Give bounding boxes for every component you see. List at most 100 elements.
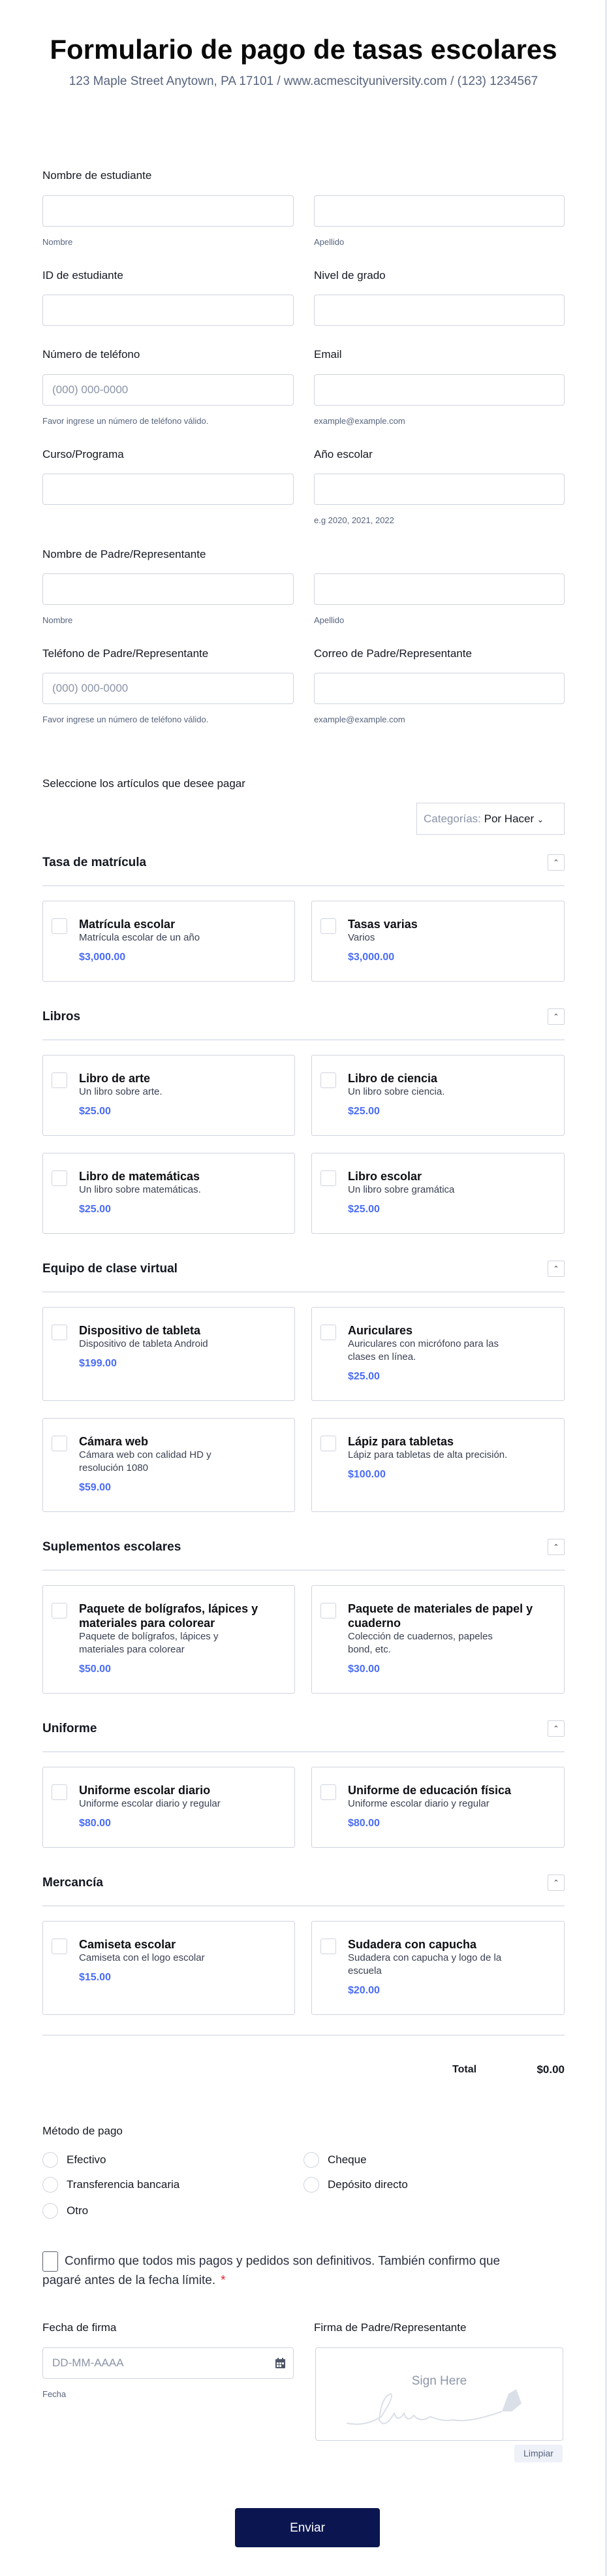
parent-email-input[interactable] [314, 673, 565, 704]
parent-first-name-input[interactable] [42, 573, 294, 605]
radio-circle[interactable] [42, 2177, 58, 2193]
product-title: Libro de matemáticas [79, 1170, 200, 1183]
category-header: Equipo de clase virtual ⌃ [42, 1261, 565, 1278]
category-header: Mercancía ⌃ [42, 1875, 565, 1892]
phone-hint: Favor ingrese un número de teléfono váli… [42, 416, 209, 426]
product-card[interactable]: Cámara web Cámara web con calidad HD y re… [42, 1418, 295, 1512]
parent-last-name-input[interactable] [314, 573, 565, 605]
product-checkbox[interactable] [320, 1072, 336, 1088]
chevron-down-icon: ⌄ [537, 815, 544, 824]
date-sublabel: Fecha [42, 2389, 67, 2399]
parent-first-sublabel: Nombre [42, 615, 73, 625]
product-grid: Uniforme escolar diario Uniforme escolar … [42, 1767, 565, 1848]
product-description: Un libro sobre gramática [348, 1184, 455, 1195]
parent-phone-input[interactable]: (000) 000-0000 [42, 673, 294, 704]
product-checkbox[interactable] [320, 1939, 336, 1954]
product-checkbox[interactable] [320, 1325, 336, 1340]
chevron-up-icon[interactable]: ⌃ [548, 854, 565, 871]
radio-circle[interactable] [42, 2203, 58, 2219]
product-checkbox[interactable] [320, 1603, 336, 1618]
phone-input[interactable]: (000) 000-0000 [42, 374, 294, 406]
chevron-up-icon[interactable]: ⌃ [548, 1261, 565, 1277]
school-year-label: Año escolar [314, 448, 373, 460]
category-divider [42, 1570, 565, 1571]
radio-efectivo[interactable]: Efectivo [42, 2152, 106, 2168]
product-checkbox[interactable] [320, 1170, 336, 1186]
product-description: Uniforme escolar diario y regular [348, 1798, 490, 1809]
parent-phone-label: Teléfono de Padre/Representante [42, 647, 209, 660]
radio-circle[interactable] [304, 2177, 319, 2193]
radio-circle[interactable] [42, 2152, 58, 2168]
product-price: $25.00 [348, 1106, 380, 1117]
product-title: Libro escolar [348, 1170, 422, 1183]
course-input[interactable] [42, 474, 294, 505]
product-card[interactable]: Matrícula escolar Matrícula escolar de un… [42, 901, 295, 982]
radio-otro[interactable]: Otro [42, 2203, 88, 2219]
signature-pad[interactable]: Sign Here [315, 2347, 563, 2441]
radio-circle[interactable] [304, 2152, 319, 2168]
date-input[interactable]: DD-MM-AAAA [42, 2347, 294, 2379]
calendar-icon[interactable] [275, 2358, 285, 2368]
school-year-input[interactable] [314, 474, 565, 505]
signature-label: Firma de Padre/Representante [314, 2321, 467, 2334]
student-name-label: Nombre de estudiante [42, 169, 152, 182]
student-last-name-input[interactable] [314, 195, 565, 227]
product-price: $30.00 [348, 1664, 380, 1675]
product-title: Libro de ciencia [348, 1072, 438, 1085]
clear-signature-button[interactable]: Limpiar [514, 2445, 563, 2462]
radio-cheque[interactable]: Cheque [304, 2152, 367, 2168]
product-checkbox[interactable] [52, 1170, 67, 1186]
product-checkbox[interactable] [52, 1325, 67, 1340]
parent-last-sublabel: Apellido [314, 615, 345, 625]
confirm-checkbox[interactable] [42, 2251, 58, 2272]
chevron-up-icon[interactable]: ⌃ [548, 1720, 565, 1737]
required-marker: * [221, 2274, 226, 2287]
product-card[interactable]: Lápiz para tabletas Lápiz para tabletas d… [311, 1418, 565, 1512]
product-checkbox[interactable] [320, 1784, 336, 1800]
product-price: $100.00 [348, 1469, 386, 1480]
grade-input[interactable] [314, 295, 565, 326]
submit-button[interactable]: Enviar [235, 2508, 380, 2547]
product-card[interactable]: Paquete de materiales de papel y cuadern… [311, 1585, 565, 1694]
parent-phone-hint: Favor ingrese un número de teléfono váli… [42, 715, 209, 724]
product-card[interactable]: Libro de matemáticas Un libro sobre matem… [42, 1153, 295, 1234]
product-title: Paquete de materiales de papel y cuadern… [348, 1602, 533, 1630]
chevron-up-icon[interactable]: ⌃ [548, 1539, 565, 1555]
product-checkbox[interactable] [320, 918, 336, 934]
category-title: Equipo de clase virtual [42, 1262, 178, 1276]
product-card[interactable]: Auriculares Auriculares con micrófono par… [311, 1307, 565, 1401]
product-card[interactable]: Camiseta escolar Camiseta con el logo esc… [42, 1921, 295, 2015]
student-first-name-input[interactable] [42, 195, 294, 227]
product-card[interactable]: Uniforme escolar diario Uniforme escolar … [42, 1767, 295, 1848]
product-checkbox[interactable] [52, 1784, 67, 1800]
parent-email-label: Correo de Padre/Representante [314, 647, 472, 660]
chevron-up-icon[interactable]: ⌃ [548, 1008, 565, 1025]
product-card[interactable]: Paquete de bolígrafos, lápices y materia… [42, 1585, 295, 1694]
category-title: Uniforme [42, 1722, 97, 1735]
product-checkbox[interactable] [320, 1436, 336, 1451]
product-checkbox[interactable] [52, 1603, 67, 1618]
chevron-up-icon[interactable]: ⌃ [548, 1875, 565, 1891]
product-card[interactable]: Uniforme de educación física Uniforme esc… [311, 1767, 565, 1848]
category-filter-select[interactable]: Categorías: Por Hacer ⌄ [416, 803, 565, 835]
product-checkbox[interactable] [52, 1072, 67, 1088]
product-card[interactable]: Tasas varias Varios $3,000.00 [311, 901, 565, 982]
radio-transferencia[interactable]: Transferencia bancaria [42, 2177, 179, 2193]
product-card[interactable]: Dispositivo de tableta Dispositivo de tab… [42, 1307, 295, 1401]
grade-label: Nivel de grado [314, 269, 386, 282]
product-title: Camiseta escolar [79, 1938, 176, 1951]
product-checkbox[interactable] [52, 1436, 67, 1451]
product-card[interactable]: Libro de arte Un libro sobre arte. $25.00 [42, 1055, 295, 1136]
student-id-input[interactable] [42, 295, 294, 326]
radio-deposito[interactable]: Depósito directo [304, 2177, 408, 2193]
category-header: Uniforme ⌃ [42, 1720, 565, 1737]
product-title: Matrícula escolar [79, 918, 176, 931]
product-checkbox[interactable] [52, 1939, 67, 1954]
email-input[interactable] [314, 374, 565, 406]
email-hint: example@example.com [314, 416, 405, 426]
product-description: Paquete de bolígrafos, lápices y materia… [79, 1631, 219, 1655]
product-card[interactable]: Libro de ciencia Un libro sobre ciencia. $… [311, 1055, 565, 1136]
product-card[interactable]: Libro escolar Un libro sobre gramática $25… [311, 1153, 565, 1234]
product-checkbox[interactable] [52, 918, 67, 934]
product-card[interactable]: Sudadera con capucha Sudadera con capucha… [311, 1921, 565, 2015]
